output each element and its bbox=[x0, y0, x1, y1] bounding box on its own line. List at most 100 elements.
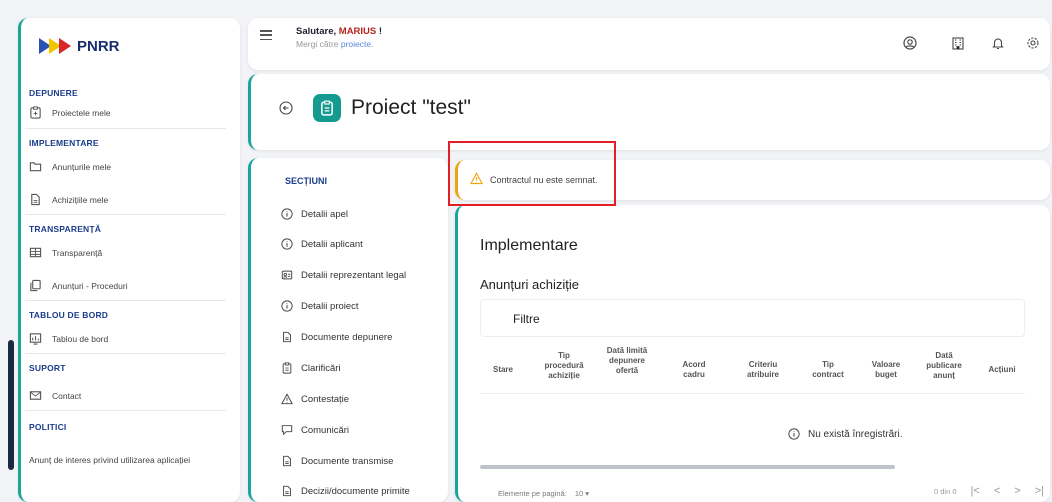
filters-panel[interactable]: Filtre bbox=[480, 299, 1025, 337]
info-icon bbox=[788, 428, 800, 440]
section-title-suport: SUPORT bbox=[29, 363, 66, 373]
column-header-valoare-buget[interactable]: Valoare buget bbox=[865, 360, 907, 380]
per-page-label: Elemente pe pagină: bbox=[498, 489, 567, 498]
chat-icon bbox=[281, 425, 293, 436]
user-name: MARIUS bbox=[338, 26, 377, 37]
divider bbox=[480, 393, 1025, 394]
gear-icon[interactable] bbox=[1026, 36, 1040, 50]
column-header-tip-contract[interactable]: Tip contract bbox=[806, 360, 850, 380]
column-header-tip-procedura[interactable]: Tip procedură achiziție bbox=[538, 351, 590, 381]
sidebar-collapse-handle[interactable] bbox=[8, 340, 14, 470]
sidebar-item-achizitiile-mele[interactable]: Achizițiile mele bbox=[29, 193, 108, 206]
section-title: Implementare bbox=[480, 237, 578, 254]
sidebar-item-anunt-interes[interactable]: Anunț de interes privind utilizarea apli… bbox=[29, 455, 190, 465]
sidebar-item-label: Anunț de interes privind utilizarea apli… bbox=[29, 455, 191, 465]
contract-alert: Contractul nu este semnat. bbox=[455, 160, 1050, 200]
section-title-transparenta: TRANSPARENȚĂ bbox=[29, 224, 102, 234]
warning-icon bbox=[281, 393, 293, 405]
section-label: Detalii apel bbox=[301, 208, 348, 220]
project-icon bbox=[313, 94, 341, 122]
sidebar-item-contact[interactable]: Contact bbox=[29, 389, 81, 402]
document-icon bbox=[283, 331, 291, 343]
column-header-criteriu-atribuire[interactable]: Criteriu atribuire bbox=[740, 360, 786, 380]
greeting: Salutare, MARIUS ! bbox=[296, 26, 382, 37]
menu-toggle-button[interactable] bbox=[260, 30, 272, 40]
section-comunicari[interactable]: Comunicări bbox=[281, 424, 349, 436]
warning-icon bbox=[470, 172, 483, 185]
section-title-tablou-de-bord: TABLOU DE BORD bbox=[29, 310, 109, 320]
sections-panel: SECȚIUNI Detalii apel Detalii aplicant D… bbox=[248, 158, 448, 502]
section-label: Documente transmise bbox=[301, 455, 394, 467]
section-detalii-apel[interactable]: Detalii apel bbox=[281, 208, 348, 220]
divider bbox=[25, 353, 226, 354]
section-decizii-documente[interactable]: Decizii/documente primite bbox=[281, 485, 410, 497]
id-card-icon bbox=[281, 270, 293, 280]
subtitle-prefix: Mergi către bbox=[296, 39, 341, 49]
column-header-data-limita[interactable]: Dată limită depunere ofertă bbox=[598, 346, 656, 376]
back-arrow-icon[interactable] bbox=[279, 101, 293, 115]
clipboard-icon bbox=[321, 100, 333, 116]
section-label: Detalii reprezentant legal bbox=[301, 269, 407, 281]
section-documente-transmise[interactable]: Documente transmise bbox=[281, 455, 393, 467]
divider bbox=[25, 128, 226, 129]
section-clarificari[interactable]: Clarificări bbox=[281, 362, 341, 374]
paginator-nav: 0 din 0 |< < > >| bbox=[934, 485, 1044, 497]
divider bbox=[25, 300, 226, 301]
clipboard-icon bbox=[282, 362, 292, 374]
sidebar-item-label: Tablou de bord bbox=[52, 333, 109, 344]
section-label: Clarificări bbox=[301, 362, 341, 374]
user-circle-icon[interactable] bbox=[903, 36, 917, 50]
section-contestatie[interactable]: Contestație bbox=[281, 393, 349, 405]
divider bbox=[25, 410, 226, 411]
bell-icon[interactable] bbox=[991, 36, 1005, 50]
alert-text: Contractul nu este semnat. bbox=[490, 175, 598, 185]
folder-icon bbox=[29, 162, 42, 172]
section-detalii-proiect[interactable]: Detalii proiect bbox=[281, 300, 359, 312]
column-header-stare[interactable]: Stare bbox=[488, 365, 518, 375]
logo-text: PNRR bbox=[77, 37, 120, 55]
horizontal-scrollbar[interactable] bbox=[480, 465, 895, 469]
section-detalii-reprezentant[interactable]: Detalii reprezentant legal bbox=[281, 269, 406, 281]
section-label: Contestație bbox=[301, 393, 350, 405]
prev-page-icon[interactable]: < bbox=[994, 485, 1000, 497]
pnrr-logo[interactable]: PNRR bbox=[39, 34, 240, 58]
sidebar-item-anunturile-mele[interactable]: Anunțurile mele bbox=[29, 160, 111, 173]
last-page-icon[interactable]: >| bbox=[1035, 485, 1044, 497]
info-icon bbox=[281, 238, 293, 250]
sidebar-item-anunturi-proceduri[interactable]: Anunțuri - Proceduri bbox=[29, 279, 128, 292]
section-title-implementare: IMPLEMENTARE bbox=[29, 138, 99, 148]
clipboard-arrow-icon bbox=[30, 106, 41, 119]
building-icon[interactable] bbox=[951, 36, 965, 50]
sidebar-item-label: Transparență bbox=[52, 247, 103, 258]
sections-heading: SECȚIUNI bbox=[285, 176, 328, 186]
sidebar-item-proiectele-mele[interactable]: Proiectele mele bbox=[29, 106, 111, 119]
project-header: Proiect "test" bbox=[248, 74, 1050, 150]
next-page-icon[interactable]: > bbox=[1014, 485, 1020, 497]
section-documente-depunere[interactable]: Documente depunere bbox=[281, 331, 392, 343]
mail-icon bbox=[29, 391, 42, 400]
sidebar-item-tablou-de-bord[interactable]: Tablou de bord bbox=[29, 332, 108, 345]
section-title-depunere: DEPUNERE bbox=[29, 88, 78, 98]
copy-icon bbox=[30, 279, 41, 292]
empty-state: Nu există înregistrări. bbox=[788, 428, 902, 440]
greeting-prefix: Salutare, bbox=[296, 26, 339, 37]
column-header-data-publicare[interactable]: Dată publicare anunț bbox=[918, 351, 970, 381]
per-page-select[interactable]: 10 ▾ bbox=[575, 489, 589, 498]
sidebar-item-transparenta[interactable]: Transparență bbox=[29, 246, 102, 259]
subsection-title: Anunțuri achiziție bbox=[480, 277, 579, 292]
section-label: Detalii proiect bbox=[301, 300, 359, 312]
implementation-panel: Implementare Anunțuri achiziție Filtre S… bbox=[455, 205, 1050, 502]
section-label: Documente depunere bbox=[301, 331, 393, 343]
document-icon bbox=[31, 193, 40, 206]
sidebar-item-label: Achizițiile mele bbox=[52, 194, 109, 205]
first-page-icon[interactable]: |< bbox=[971, 485, 980, 497]
pnrr-logo-icon bbox=[39, 38, 71, 54]
info-icon bbox=[281, 300, 293, 312]
column-header-acord-cadru[interactable]: Acord cadru bbox=[674, 360, 714, 380]
projects-link[interactable]: proiecte. bbox=[341, 39, 374, 49]
document-icon bbox=[283, 485, 291, 497]
sidebar-item-label: Anunțuri - Proceduri bbox=[52, 280, 128, 291]
page-title: Proiect "test" bbox=[351, 96, 471, 119]
section-detalii-aplicant[interactable]: Detalii aplicant bbox=[281, 238, 363, 250]
info-icon bbox=[281, 208, 293, 220]
